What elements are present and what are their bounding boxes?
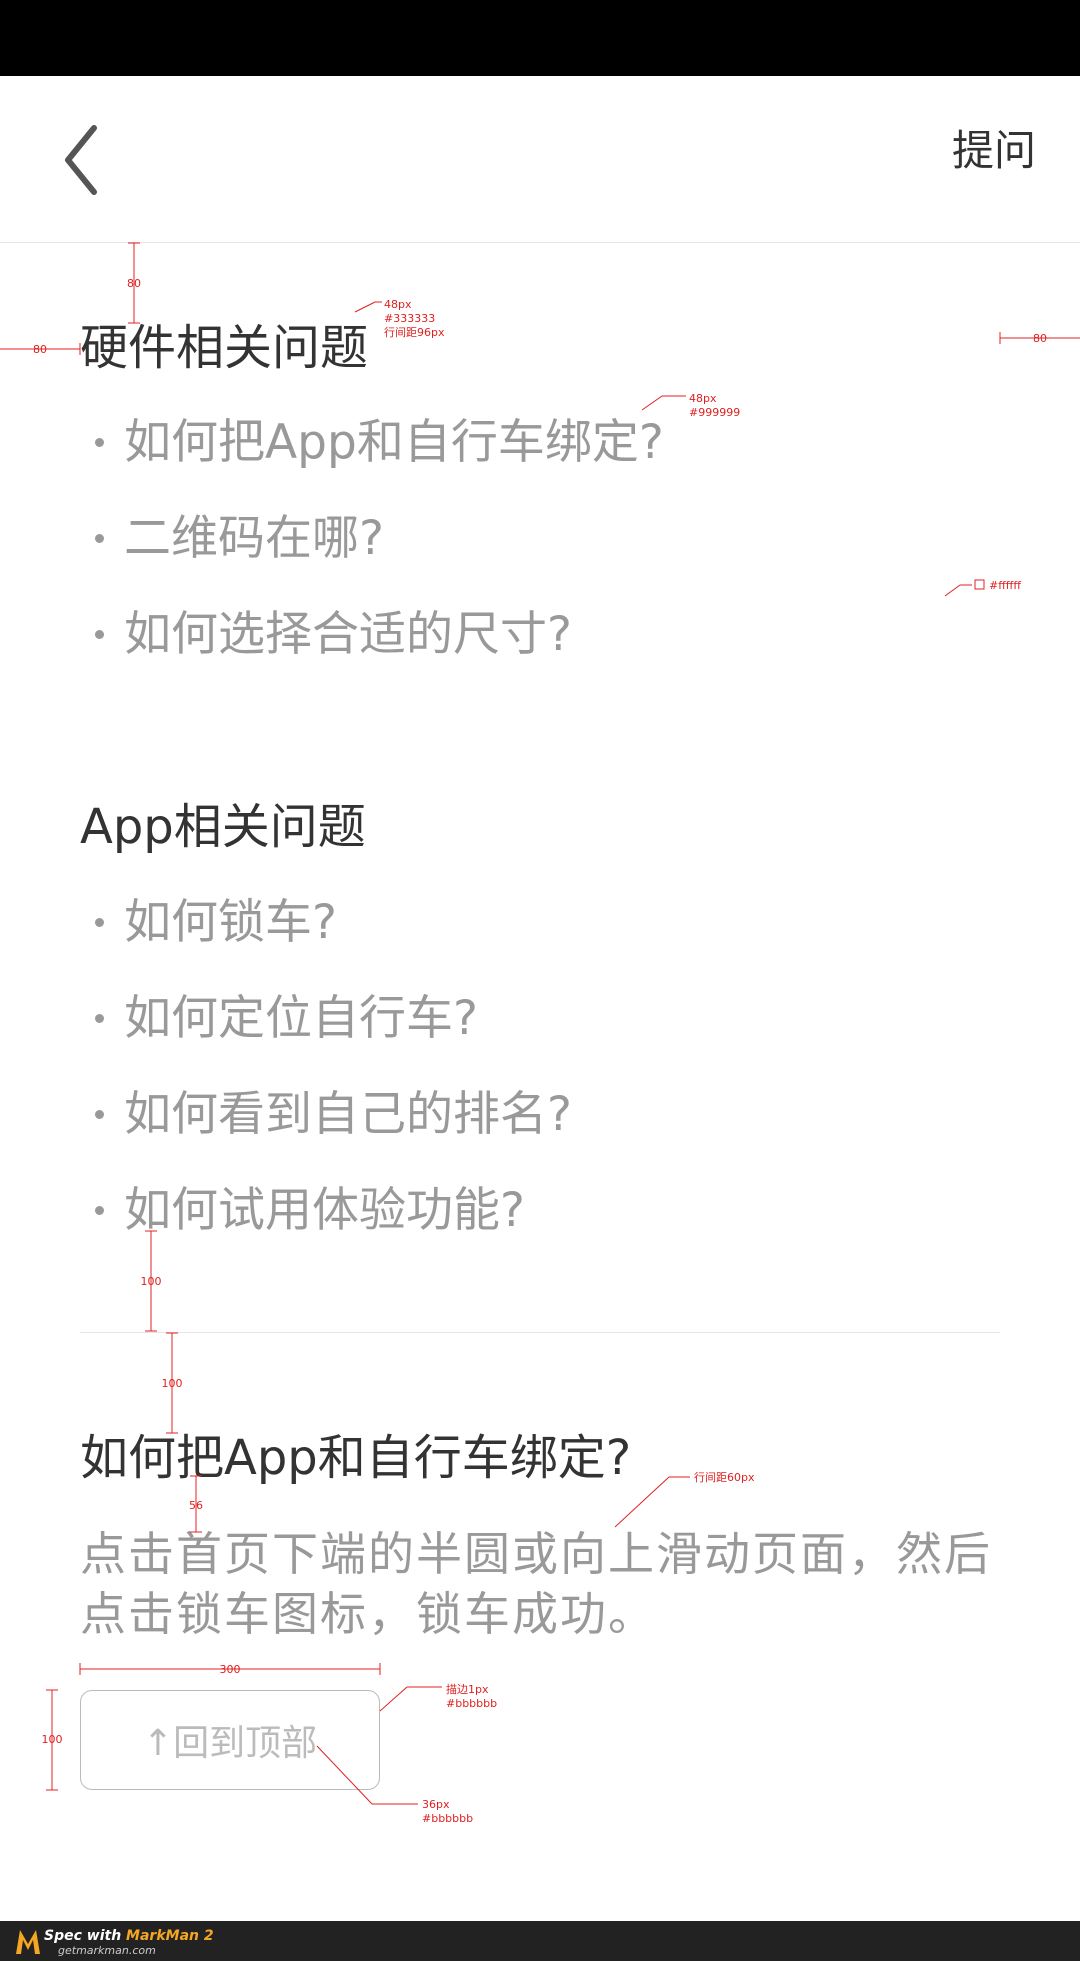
annotation-label: #bbbbbb bbox=[422, 1812, 473, 1825]
annotation-label: 100 bbox=[162, 1377, 183, 1390]
annotation-label: 行间距60px bbox=[694, 1471, 755, 1484]
annotation-label: 48px bbox=[689, 392, 717, 405]
annotation-label: 36px bbox=[422, 1798, 450, 1811]
markman-logo-icon bbox=[16, 1930, 40, 1954]
annotation-label: 80 bbox=[127, 277, 141, 290]
spec-annotations: 80 80 80 48px #333333 行间距96px 48px #9999… bbox=[0, 242, 1080, 1825]
annotation-label: #333333 bbox=[384, 312, 435, 325]
annotation-label: 100 bbox=[141, 1275, 162, 1288]
annotation-label: 100 bbox=[42, 1733, 63, 1746]
markman-brand: Spec with MarkMan 2 bbox=[44, 1928, 214, 1944]
annotation-label: 行间距96px bbox=[384, 326, 445, 339]
annotation-label: 80 bbox=[1033, 332, 1047, 345]
annotation-label: 300 bbox=[220, 1663, 241, 1676]
annotation-label: 描边1px bbox=[446, 1682, 489, 1696]
annotation-label: 80 bbox=[33, 343, 47, 356]
annotation-label: 48px bbox=[384, 298, 412, 311]
markman-site: getmarkman.com bbox=[58, 1944, 156, 1957]
annotation-label: #999999 bbox=[689, 406, 740, 419]
annotation-label: #ffffff bbox=[989, 579, 1021, 592]
annotation-label: #bbbbbb bbox=[446, 1697, 497, 1710]
annotation-label: 56 bbox=[189, 1499, 203, 1512]
